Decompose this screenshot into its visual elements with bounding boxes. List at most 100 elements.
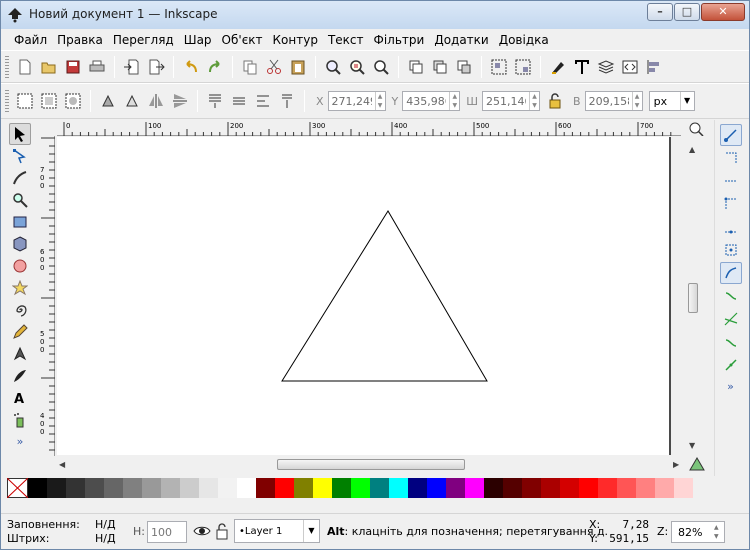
snap-bbox-center-icon[interactable]	[720, 239, 742, 261]
color-swatch[interactable]	[123, 478, 142, 498]
undo-icon[interactable]	[180, 56, 202, 78]
menu-extensions[interactable]: Додатки	[429, 33, 493, 47]
pen-icon[interactable]	[9, 343, 31, 365]
minimize-button[interactable]: –	[647, 3, 673, 21]
color-swatch[interactable]	[408, 478, 427, 498]
color-swatch[interactable]	[275, 478, 294, 498]
color-swatch[interactable]	[180, 478, 199, 498]
color-swatch[interactable]	[294, 478, 313, 498]
color-swatch[interactable]	[332, 478, 351, 498]
y-input[interactable]	[403, 92, 450, 110]
scroll-left-icon[interactable]: ◀	[59, 460, 65, 469]
text-icon[interactable]: A	[9, 387, 31, 409]
toolbox-more-button[interactable]: »	[17, 435, 24, 448]
color-swatch[interactable]	[560, 478, 579, 498]
rotate-cw-icon[interactable]	[121, 90, 143, 112]
zoom-field[interactable]: 82% ▲ ▼	[671, 521, 725, 543]
color-swatch[interactable]	[541, 478, 560, 498]
height-input[interactable]	[585, 92, 632, 110]
snap-intersection-icon[interactable]	[720, 308, 742, 330]
node-editor-icon[interactable]	[9, 145, 31, 167]
menu-layer[interactable]: Шар	[179, 33, 217, 47]
lock-ratio-icon[interactable]	[544, 90, 566, 112]
color-swatch[interactable]	[579, 478, 598, 498]
lower-icon[interactable]	[252, 90, 274, 112]
color-swatch[interactable]	[484, 478, 503, 498]
zoom-drawing-icon[interactable]	[346, 56, 368, 78]
color-swatch[interactable]	[199, 478, 218, 498]
layer-selector[interactable]: •Layer 1 ▼	[234, 519, 320, 543]
stroke-value[interactable]: Н/Д	[95, 532, 116, 545]
snap-path-icon[interactable]	[720, 285, 742, 307]
close-button[interactable]: ✕	[701, 3, 745, 21]
toolbar-grip[interactable]	[5, 90, 9, 112]
triangle-shape[interactable]	[281, 210, 488, 382]
clone-icon[interactable]	[429, 56, 451, 78]
menu-help[interactable]: Довідка	[494, 33, 554, 47]
color-swatch[interactable]	[142, 478, 161, 498]
menu-file[interactable]: Файл	[9, 33, 52, 47]
snap-smooth-node-icon[interactable]	[720, 331, 742, 353]
color-swatch[interactable]	[617, 478, 636, 498]
color-swatch[interactable]	[465, 478, 484, 498]
selector-arrow-icon[interactable]	[9, 123, 31, 145]
scroll-down-icon[interactable]: ▼	[689, 441, 695, 450]
export-icon[interactable]	[145, 56, 167, 78]
color-swatch[interactable]	[370, 478, 389, 498]
select-all-icon[interactable]	[14, 90, 36, 112]
menu-path[interactable]: Контур	[268, 33, 323, 47]
menu-text[interactable]: Текст	[323, 33, 369, 47]
color-swatch[interactable]	[66, 478, 85, 498]
width-input[interactable]	[483, 92, 530, 110]
layer-lock-icon[interactable]	[215, 522, 229, 543]
unit-select[interactable]: px ▼	[648, 91, 695, 111]
import-icon[interactable]	[121, 56, 143, 78]
tweak-icon[interactable]	[9, 167, 31, 189]
ungroup-icon[interactable]	[512, 56, 534, 78]
flip-horizontal-icon[interactable]	[145, 90, 167, 112]
snap-nodes-icon[interactable]	[719, 261, 742, 284]
snap-midpoint-icon[interactable]	[720, 354, 742, 376]
width-stepper[interactable]: ▲▼	[482, 91, 541, 111]
layers-icon[interactable]	[595, 56, 617, 78]
vertical-scroll-thumb[interactable]	[688, 283, 698, 313]
visibility-eye-icon[interactable]	[193, 523, 211, 542]
snapbar-more-button[interactable]: »	[727, 380, 734, 393]
toolbar-grip[interactable]	[5, 55, 9, 78]
color-swatch[interactable]	[161, 478, 180, 498]
scroll-up-icon[interactable]: ▲	[689, 145, 695, 154]
color-swatch[interactable]	[104, 478, 123, 498]
color-swatch[interactable]	[313, 478, 332, 498]
color-swatch[interactable]	[522, 478, 541, 498]
snap-bbox-icon[interactable]	[720, 147, 742, 169]
maximize-button[interactable]: □	[674, 3, 700, 21]
horizontal-scrollbar[interactable]: ◀ ▶	[57, 457, 685, 473]
vertical-scrollbar[interactable]: ▲ ▼	[685, 135, 701, 457]
opacity-field[interactable]: 100	[147, 521, 187, 543]
scroll-right-icon[interactable]: ▶	[673, 460, 679, 469]
print-icon[interactable]	[86, 56, 108, 78]
duplicate-icon[interactable]	[405, 56, 427, 78]
rotate-ccw-icon[interactable]	[97, 90, 119, 112]
snap-bbox-midpoint-icon[interactable]	[720, 216, 742, 238]
copy-icon[interactable]	[239, 56, 261, 78]
color-swatch[interactable]	[446, 478, 465, 498]
color-swatch[interactable]	[427, 478, 446, 498]
fill-value[interactable]: Н/Д	[95, 518, 116, 531]
save-icon[interactable]	[62, 56, 84, 78]
no-paint-swatch[interactable]	[7, 478, 28, 498]
ellipse-icon[interactable]	[9, 255, 31, 277]
snap-toggle-icon[interactable]	[719, 123, 742, 146]
color-swatch[interactable]	[85, 478, 104, 498]
height-stepper[interactable]: ▲▼	[584, 91, 643, 111]
pencil-icon[interactable]	[9, 321, 31, 343]
raise-to-top-icon[interactable]	[204, 90, 226, 112]
align-icon[interactable]	[643, 56, 665, 78]
new-document-icon[interactable]	[14, 56, 36, 78]
color-swatch[interactable]	[636, 478, 655, 498]
zoom-stepper-arrows[interactable]: ▲ ▼	[714, 523, 724, 541]
drawing-canvas[interactable]	[57, 137, 669, 455]
vertical-ruler[interactable]: 700 600 500 400	[37, 136, 55, 456]
menu-filters[interactable]: Фільтри	[369, 33, 430, 47]
color-swatch[interactable]	[351, 478, 370, 498]
